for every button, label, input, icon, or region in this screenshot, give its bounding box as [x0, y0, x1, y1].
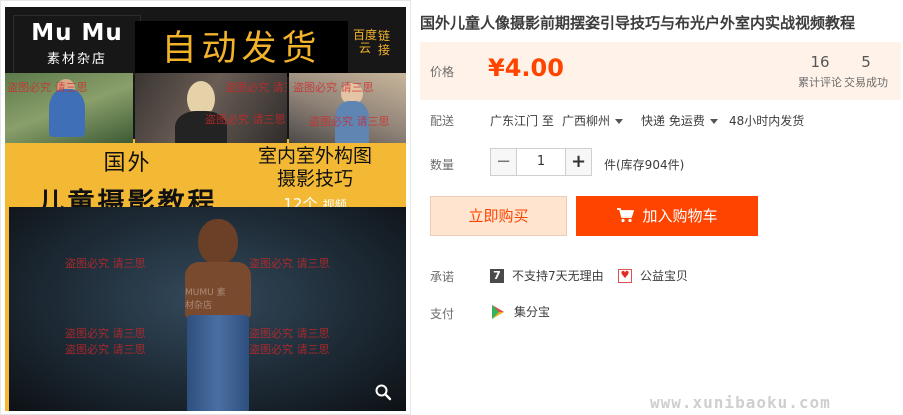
sales-stat[interactable]: 5 交易成功	[836, 53, 896, 90]
quantity-decrease-button[interactable]: −	[490, 148, 517, 176]
buy-now-button[interactable]: 立即购买	[430, 196, 567, 236]
shopping-cart-icon	[617, 208, 635, 223]
watermark-text: 盗图必究 请三思	[65, 343, 146, 356]
course-title-right: 室内室外构图 摄影技巧 12个 视频	[227, 145, 403, 214]
site-watermark: www.xunibaoku.com	[650, 393, 831, 412]
watermark-text: 盗图必究 请三思	[205, 113, 286, 126]
chevron-down-icon	[709, 119, 718, 124]
quantity-label: 数量	[430, 158, 455, 172]
price-label: 价格	[430, 65, 455, 79]
promise-charity-item[interactable]: ♥ 公益宝贝	[618, 267, 688, 284]
sample-photo-kid-outdoor: 盗图必究 请三思	[5, 73, 133, 143]
watermark-text: 盗图必究 请三思	[249, 343, 330, 356]
shipping-method-select[interactable]: 快递 免运费	[641, 112, 718, 129]
watermark-text: 盗图必究 请三思	[249, 257, 330, 270]
price-panel: 价格 ¥4.00 16 累计评论 5 交易成功	[420, 42, 901, 100]
magnifier-icon[interactable]	[374, 383, 392, 401]
kid-jeans-shape	[187, 315, 249, 411]
shipping-method-value: 快递 免运费	[641, 114, 705, 128]
product-title: 国外儿童人像摄影前期摆姿引导技巧与布光户外室内实战视频教程	[420, 14, 856, 32]
watermark-text: 盗图必究 请三思	[249, 327, 330, 340]
sample-photo-kid-jump: 盗图必究 请三思 盗图必究 请三思	[289, 73, 406, 143]
payment-label: 支付	[430, 307, 455, 321]
auto-delivery-banner: 自动发货	[135, 21, 348, 77]
chevron-down-icon	[615, 119, 624, 124]
kid-head-shape	[198, 219, 238, 265]
promise-text: 公益宝贝	[640, 269, 689, 283]
sales-label: 交易成功	[844, 76, 888, 89]
baidu-cloud-label: 百度云	[352, 28, 377, 55]
watermark-text: 盗图必究 请三思	[65, 257, 146, 270]
course-subtitle-line1: 室内室外构图	[257, 145, 372, 167]
main-photo-kid: 盗图必究 请三思 盗图必究 请三思 盗图必究 请三思 盗图必究 请三思 盗图必究…	[9, 207, 406, 411]
promise-text: 不支持7天无理由	[512, 269, 604, 283]
dispatch-time: 48小时内发货	[729, 114, 805, 128]
course-subtitle-line2: 摄影技巧	[276, 168, 353, 190]
watermark-text: 盗图必究 请三思	[65, 327, 146, 340]
link-label: 链接	[377, 29, 390, 57]
destination-value: 广西柳州	[562, 114, 611, 128]
watermark-text: 盗图必究 请三思	[7, 81, 88, 94]
payment-method[interactable]: 集分宝	[490, 303, 550, 320]
promise-no-7day-return[interactable]: 7 不支持7天无理由	[490, 267, 604, 284]
play-logo-icon	[492, 304, 504, 319]
brand-shop-name: 素材杂店	[46, 52, 107, 67]
quantity-input[interactable]: 1	[517, 148, 565, 176]
shipping-label: 配送	[430, 114, 455, 128]
heart-icon: ♥	[618, 268, 632, 283]
product-poster-image: Mu Mu 素材杂店 自动发货 百度云 链接 盗图必究 请三思 盗图必究 请三思…	[5, 7, 406, 411]
seven-day-icon: 7	[490, 268, 504, 283]
shipping-origin: 广东江门 至	[490, 114, 554, 128]
course-title-line1: 国外	[103, 151, 152, 176]
payment-method-name: 集分宝	[514, 305, 551, 319]
quantity-increase-button[interactable]: +	[565, 148, 592, 176]
sample-photo-instructor: 盗图必究 请三思 盗图必究 请三思	[135, 73, 287, 143]
watermark-text: 盗图必究 请三思	[293, 81, 374, 94]
brand-name: Mu Mu	[31, 20, 123, 46]
promise-label: 承诺	[430, 270, 455, 284]
add-to-cart-label: 加入购物车	[642, 207, 718, 225]
product-image-gallery[interactable]: Mu Mu 素材杂店 自动发货 百度云 链接 盗图必究 请三思 盗图必究 请三思…	[0, 0, 411, 415]
shop-brand-logo: Mu Mu 素材杂店	[13, 15, 141, 75]
add-to-cart-button[interactable]: 加入购物车	[576, 196, 758, 236]
price-value: ¥4.00	[488, 54, 564, 82]
kid-watermark: MUMU 素材杂店	[185, 288, 226, 311]
destination-select[interactable]: 广西柳州	[562, 112, 624, 129]
quantity-stepper: − 1 +	[490, 148, 592, 176]
watermark-text: 盗图必究 请三思	[225, 81, 287, 94]
stock-info: 件(库存904件)	[604, 158, 685, 172]
sales-count: 5	[861, 53, 871, 71]
watermark-text: 盗图必究 请三思	[309, 115, 390, 128]
